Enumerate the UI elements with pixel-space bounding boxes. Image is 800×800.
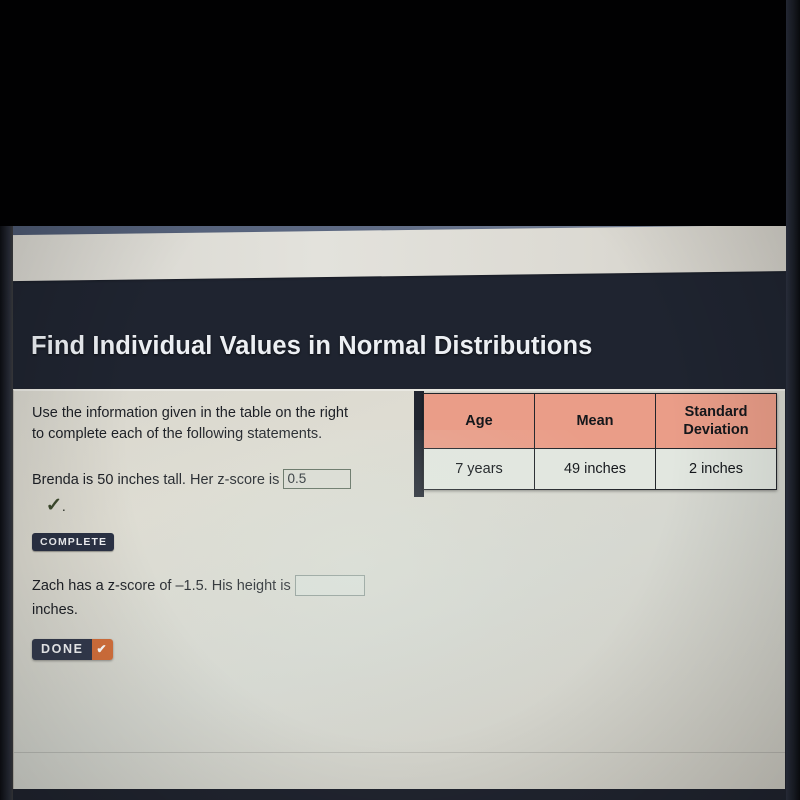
statement-2: Zach has a z-score of –1.5. His height i… xyxy=(32,574,414,622)
table-cell-mean: 49 inches xyxy=(534,448,656,490)
statements-column: Use the information given in the table o… xyxy=(32,403,414,660)
instructions-line-2: to complete each of the following statem… xyxy=(32,426,323,442)
check-icon: ✓ xyxy=(45,495,63,516)
page-title: Find Individual Values in Normal Distrib… xyxy=(31,332,593,360)
table-header-stdev-line2: Deviation xyxy=(683,422,749,438)
screen-photo: Find Individual Values in Normal Distrib… xyxy=(0,0,800,800)
done-button-label: DONE xyxy=(32,639,92,660)
normal-distribution-table: Age Mean Standard Deviation 7 years 49 i… xyxy=(423,393,777,490)
statement-1: Brenda is 50 inches tall. Her z-score is… xyxy=(32,468,414,519)
monitor-edge-left xyxy=(0,226,13,800)
statement-2-answer-input[interactable] xyxy=(294,574,365,596)
table-row: 7 years 49 inches 2 inches xyxy=(423,448,777,490)
monitor-bezel-top xyxy=(0,0,800,226)
table-cell-age: 7 years xyxy=(423,448,535,490)
instructions-line-1: Use the information given in the table o… xyxy=(32,405,348,421)
table-header-age: Age xyxy=(423,393,535,449)
reflection-band-light xyxy=(0,224,800,282)
checkmark-icon: ✔ xyxy=(91,639,113,660)
statement-1-feedback: ✓. xyxy=(32,494,414,519)
statement-2-text: Zach has a z-score of –1.5. His height i… xyxy=(32,578,291,594)
monitor-edge-right xyxy=(786,0,800,800)
table-header-mean: Mean xyxy=(534,393,656,449)
statement-1-answer-input[interactable]: 0.5 xyxy=(283,469,352,490)
table-header-row: Age Mean Standard Deviation xyxy=(423,393,777,449)
statement-2-text-after: inches. xyxy=(32,602,78,618)
done-button[interactable]: DONE ✔ xyxy=(32,639,113,660)
table-header-stdev-line1: Standard xyxy=(684,404,748,420)
table-cell-stdev: 2 inches xyxy=(655,448,777,490)
statement-1-text: Brenda is 50 inches tall. Her z-score is xyxy=(32,472,280,488)
panel-divider xyxy=(14,752,785,753)
statement-1-period: . xyxy=(61,498,66,514)
table-header-standard-deviation: Standard Deviation xyxy=(655,393,777,449)
status-badge-complete: COMPLETE xyxy=(32,533,115,551)
